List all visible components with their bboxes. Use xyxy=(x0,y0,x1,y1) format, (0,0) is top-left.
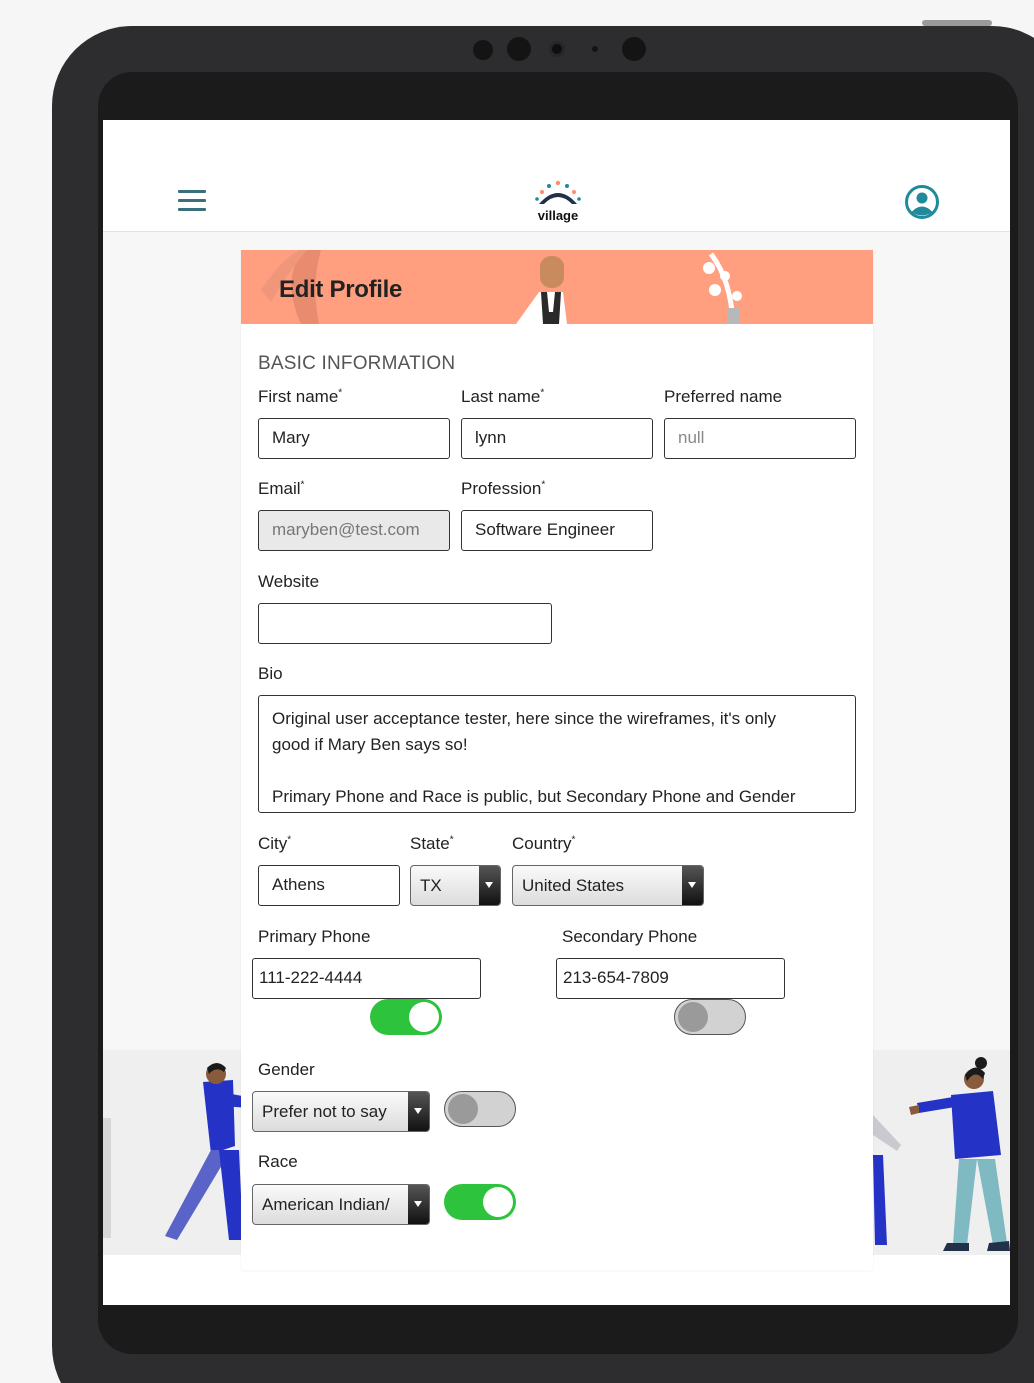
website-label: Website xyxy=(258,572,320,591)
state-select[interactable]: TX xyxy=(410,865,501,906)
camera-lens xyxy=(549,41,565,57)
city-label: City* xyxy=(258,834,291,854)
profession-label-text: Profession xyxy=(461,479,542,498)
hamburger-menu-icon[interactable] xyxy=(178,190,206,212)
first-name-input[interactable]: Mary xyxy=(258,418,450,459)
page-title: Edit Profile xyxy=(279,276,403,303)
required-marker: * xyxy=(287,834,292,846)
last-name-label: Last name* xyxy=(461,387,544,407)
sensor-dot xyxy=(592,46,598,52)
required-marker: * xyxy=(338,387,343,399)
chevron-down-icon xyxy=(408,1092,429,1131)
secondary-phone-input[interactable]: 213-654-7809 xyxy=(556,958,785,999)
profession-label: Profession* xyxy=(461,479,545,499)
country-label: Country* xyxy=(512,834,575,854)
bio-line: good if Mary Ben says so! xyxy=(272,735,468,754)
race-select-value: American Indian/ xyxy=(262,1195,390,1214)
sensor-dot xyxy=(473,40,493,60)
gender-label: Gender xyxy=(258,1060,315,1079)
primary-phone-label: Primary Phone xyxy=(258,927,371,946)
race-label: Race xyxy=(258,1152,298,1171)
state-label: State* xyxy=(410,834,454,854)
chevron-down-icon xyxy=(682,866,703,905)
edit-profile-card: Edit Profile BASIC INFORMATION First nam… xyxy=(241,250,873,1270)
gender-select-value: Prefer not to say xyxy=(262,1102,387,1121)
toggle-knob xyxy=(483,1187,513,1217)
email-label: Email* xyxy=(258,479,304,499)
email-input: maryben@test.com xyxy=(258,510,450,551)
state-label-text: State xyxy=(410,834,450,853)
tablet-side-button xyxy=(922,20,992,26)
chevron-down-icon xyxy=(479,866,500,905)
bio-line: Primary Phone and Race is public, but Se… xyxy=(272,787,796,806)
required-marker: * xyxy=(541,479,546,491)
primary-phone-public-toggle[interactable] xyxy=(370,999,442,1035)
sunrise-logo-icon xyxy=(535,180,581,204)
country-select[interactable]: United States xyxy=(512,865,704,906)
country-label-text: Country xyxy=(512,834,572,853)
bio-line: Original user acceptance tester, here si… xyxy=(272,709,777,728)
bio-textarea[interactable]: Original user acceptance tester, here si… xyxy=(258,695,856,813)
required-marker: * xyxy=(571,834,576,846)
profession-input[interactable]: Software Engineer xyxy=(461,510,653,551)
person-illustration-right xyxy=(873,1057,1010,1251)
preferred-name-input[interactable]: null xyxy=(664,418,856,459)
section-title: BASIC INFORMATION xyxy=(258,353,456,374)
bio-label: Bio xyxy=(258,664,283,683)
gender-public-toggle[interactable] xyxy=(444,1091,516,1127)
sensor-dot xyxy=(507,37,531,61)
required-marker: * xyxy=(540,387,545,399)
email-label-text: Email xyxy=(258,479,301,498)
bio-line xyxy=(272,758,842,784)
required-marker: * xyxy=(449,834,454,846)
secondary-phone-label: Secondary Phone xyxy=(562,927,698,946)
toggle-knob xyxy=(409,1002,439,1032)
chevron-down-icon xyxy=(408,1185,429,1224)
village-logo[interactable]: village xyxy=(528,178,588,226)
last-name-input[interactable]: lynn xyxy=(461,418,653,459)
first-name-label-text: First name xyxy=(258,387,339,406)
secondary-phone-public-toggle[interactable] xyxy=(674,999,746,1035)
race-select[interactable]: American Indian/ xyxy=(252,1184,430,1225)
gender-select[interactable]: Prefer not to say xyxy=(252,1091,430,1132)
user-circle-icon[interactable] xyxy=(904,184,940,220)
required-marker: * xyxy=(300,479,305,491)
screen: village Edit Profile BASIC INFORMATION F… xyxy=(103,120,1010,1305)
city-input[interactable]: Athens xyxy=(258,865,400,906)
city-label-text: City xyxy=(258,834,288,853)
app-header: village xyxy=(103,120,1010,232)
first-name-label: First name* xyxy=(258,387,342,407)
person-illustration-left xyxy=(103,1063,243,1248)
website-input[interactable] xyxy=(258,603,552,644)
sensor-dot xyxy=(622,37,646,61)
race-public-toggle[interactable] xyxy=(444,1184,516,1220)
country-select-value: United States xyxy=(522,876,625,895)
toggle-knob xyxy=(678,1002,708,1032)
page-banner: Edit Profile xyxy=(241,250,873,324)
toggle-knob xyxy=(448,1094,478,1124)
preferred-name-label: Preferred name xyxy=(664,387,783,406)
logo-text: village xyxy=(537,208,579,223)
primary-phone-input[interactable]: 111-222-4444 xyxy=(252,958,481,999)
last-name-label-text: Last name xyxy=(461,387,541,406)
